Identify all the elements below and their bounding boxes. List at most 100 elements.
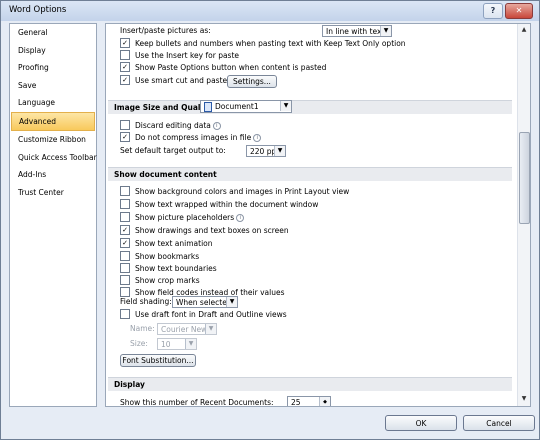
sidebar-item-general[interactable]: General [10,24,96,42]
field-shading-value: When selected [176,298,232,307]
sidebar-item-proofing[interactable]: Proofing [10,59,96,77]
sidebar-item-advanced[interactable]: Advanced [11,111,95,131]
document-icon [204,102,212,112]
show-document-option[interactable]: Show text wrapped within the document wi… [120,199,319,210]
vertical-scrollbar[interactable]: ▲ ▼ [517,24,530,406]
show-document-option[interactable]: Show picture placeholders i [120,212,245,223]
show-document-option-label: Show drawings and text boxes on screen [135,226,289,235]
show-document-option[interactable]: Show crop marks [120,275,200,286]
ok-button[interactable]: OK [385,415,457,431]
show-document-option[interactable]: Show bookmarks [120,251,200,262]
chevron-down-icon: ▼ [280,101,291,111]
checkbox[interactable] [120,50,130,60]
show-document-option[interactable]: ✓ Show text animation [120,238,213,249]
checkbox[interactable]: ✓ [120,75,130,85]
discard-editing-option[interactable]: Discard editing data i [120,120,221,131]
checkbox[interactable] [120,199,130,209]
sidebar-item-save[interactable]: Save [10,77,96,95]
show-document-option[interactable]: Show text boundaries [120,263,217,274]
scroll-down-icon[interactable]: ▼ [519,394,529,404]
show-paste-options-label: Show Paste Options button when content i… [135,63,327,72]
show-document-option-label: Show text boundaries [135,264,217,273]
show-document-option-label: Show crop marks [135,276,200,285]
checkbox[interactable] [120,263,130,273]
do-not-compress-option[interactable]: ✓ Do not compress images in file i [120,132,262,143]
font-substitution-button[interactable]: Font Substitution... [120,354,196,367]
show-document-section-header: Show document content [108,167,512,181]
sidebar-item-add-ins[interactable]: Add-Ins [10,166,96,184]
checkbox[interactable]: ✓ [120,225,130,235]
sidebar-item-display[interactable]: Display [10,42,96,60]
checkbox[interactable] [120,212,130,222]
show-document-option-label: Show picture placeholders [135,213,235,222]
recent-docs-value: 25 [291,398,301,407]
keep-bullets-label: Keep bullets and numbers when pasting te… [135,39,406,48]
checkbox[interactable] [120,287,130,297]
settings-button[interactable]: Settings... [227,75,277,88]
size-select[interactable]: 10 ▼ [157,338,197,350]
keep-bullets-option[interactable]: ✓ Keep bullets and numbers when pasting t… [120,38,406,49]
insert-paste-label: Insert/paste pictures as: [120,26,211,35]
size-value: 10 [161,340,171,349]
question-icon: ? [490,6,496,15]
checkbox[interactable]: ✓ [120,38,130,48]
display-header-text: Display [114,380,145,389]
recent-docs-spinner[interactable]: 25 ◆ [287,396,331,407]
field-shading-label: Field shading: [120,297,172,306]
checkbox[interactable] [120,251,130,261]
chevron-down-icon: ▼ [226,297,237,307]
chevron-down-icon: ▼ [380,26,391,36]
sidebar-item-trust-center[interactable]: Trust Center [10,184,96,202]
field-shading-select[interactable]: When selected ▼ [172,296,238,308]
show-document-header-text: Show document content [114,170,217,179]
image-size-header-text: Image Size and Quality [114,103,212,112]
insert-paste-select[interactable]: In line with text ▼ [322,25,392,37]
display-section-header: Display [108,377,512,391]
info-icon: i [236,214,245,222]
show-document-option-label: Show text wrapped within the document wi… [135,200,319,209]
sidebar-item-language[interactable]: Language [10,94,96,112]
checkbox[interactable]: ✓ [120,62,130,72]
cancel-button[interactable]: Cancel [463,415,535,431]
name-select[interactable]: Courier New ▼ [157,323,217,335]
sidebar-item-customize-ribbon[interactable]: Customize Ribbon [10,131,96,149]
image-size-section-header: Image Size and Quality [108,100,512,114]
checkbox[interactable] [120,186,130,196]
chevron-down-icon: ▼ [274,146,285,156]
close-icon: ✕ [515,6,523,15]
chevron-down-icon: ▼ [185,339,196,349]
checkbox[interactable] [120,309,130,319]
do-not-compress-label: Do not compress images in file [135,133,252,142]
use-insert-key-label: Use the Insert key for paste [135,51,240,60]
target-output-label: Set default target output to: [120,146,226,155]
image-document-select[interactable]: Document1 ▼ [200,100,292,113]
show-document-option[interactable]: Show background colors and images in Pri… [120,186,350,197]
name-value: Courier New [161,325,208,334]
checkbox[interactable]: ✓ [120,238,130,248]
draft-font-label: Use draft font in Draft and Outline view… [135,310,287,319]
name-label: Name: [130,324,155,333]
show-document-option-label: Show background colors and images in Pri… [135,187,350,196]
sidebar: General Display Proofing Save Language Advanc… [9,23,97,407]
show-document-option-label: Show bookmarks [135,252,200,261]
checkbox[interactable]: ✓ [120,132,130,142]
target-output-select[interactable]: 220 ppi ▼ [246,145,286,157]
sidebar-item-quick-access-toolbar[interactable]: Quick Access Toolbar [10,149,97,167]
help-button[interactable]: ? [483,3,503,19]
checkbox[interactable] [120,120,130,130]
smart-cut-label: Use smart cut and paste [135,76,228,85]
chevron-down-icon: ▼ [205,324,216,334]
draft-font-option[interactable]: Use draft font in Draft and Outline view… [120,309,287,320]
show-paste-options-option[interactable]: ✓ Show Paste Options button when content … [120,62,327,73]
image-document-value: Document1 [215,102,259,111]
scroll-up-icon[interactable]: ▲ [519,25,529,35]
title-bar: Word Options ? ✕ [1,1,539,21]
info-icon: i [253,134,262,142]
use-insert-key-option[interactable]: Use the Insert key for paste [120,50,240,61]
smart-cut-option[interactable]: ✓Use smart cut and pastei [120,75,238,86]
close-button[interactable]: ✕ [505,3,533,19]
checkbox[interactable] [120,275,130,285]
show-document-option[interactable]: ✓ Show drawings and text boxes on screen [120,225,289,236]
scroll-thumb[interactable] [519,132,530,224]
insert-paste-value: In line with text [326,27,385,36]
